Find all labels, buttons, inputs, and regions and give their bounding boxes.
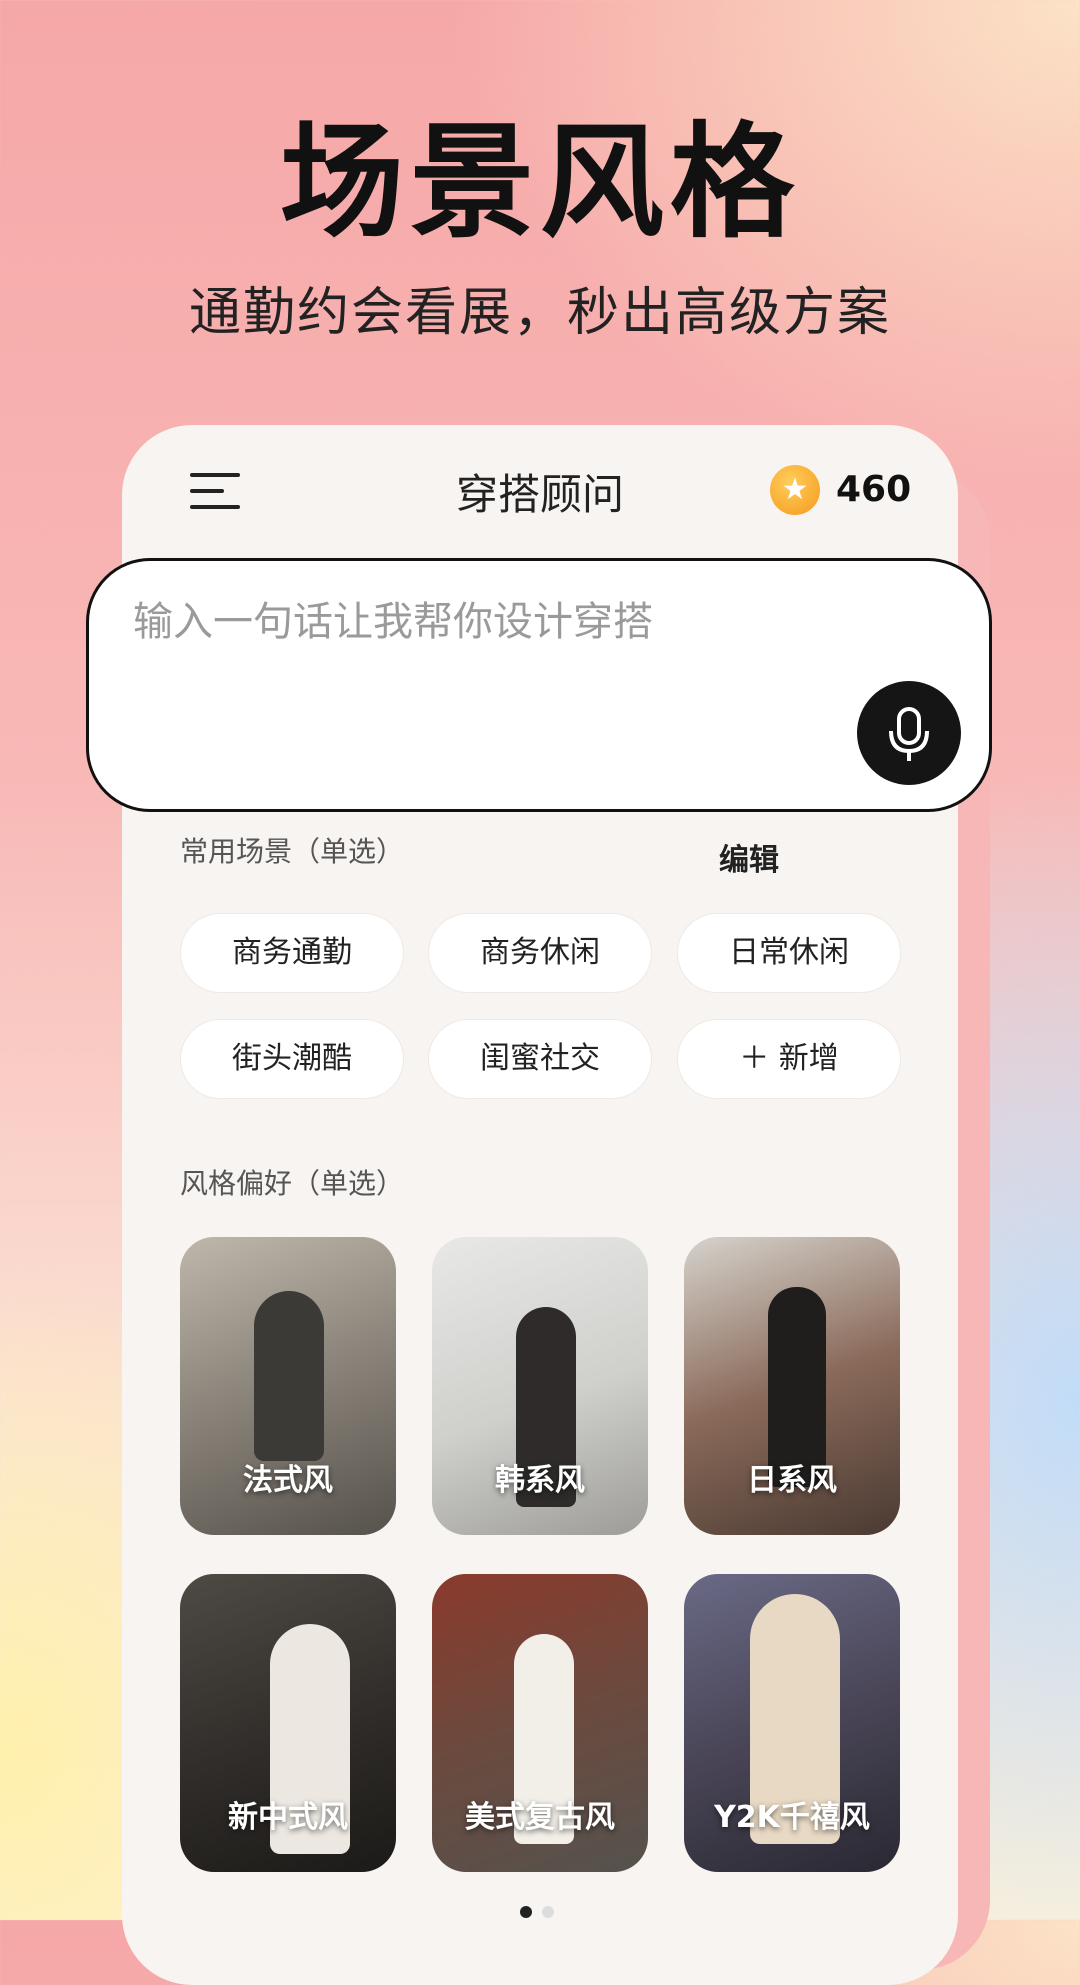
hero-subtitle: 通勤约会看展，秒出高级方案 bbox=[188, 283, 891, 343]
edit-button[interactable]: 编辑 bbox=[719, 835, 779, 879]
style-card-label: 美式复古风 bbox=[465, 1800, 615, 1835]
style-card-label: 新中式风 bbox=[228, 1800, 348, 1835]
pagination-dot bbox=[542, 1906, 554, 1918]
prompt-input[interactable] bbox=[133, 599, 893, 645]
coin-count[interactable]: 460 bbox=[836, 469, 911, 510]
style-card-y2k[interactable]: Y2K千禧风 bbox=[684, 1574, 900, 1872]
scene-chip[interactable]: 街头潮酷 bbox=[180, 1019, 404, 1099]
mic-button[interactable] bbox=[857, 681, 961, 785]
hero-title: 场景风格 bbox=[279, 111, 800, 255]
add-scene-button[interactable]: ＋ 新增 bbox=[677, 1019, 901, 1099]
style-card-french[interactable]: 法式风 bbox=[180, 1237, 396, 1535]
scenes-label: 常用场景（单选） bbox=[180, 835, 405, 868]
style-card-label: 韩系风 bbox=[495, 1463, 585, 1498]
style-card-new-chinese[interactable]: 新中式风 bbox=[180, 1574, 396, 1872]
app-title: 穿搭顾问 bbox=[455, 470, 624, 519]
microphone-icon bbox=[889, 707, 929, 761]
style-card-label: 法式风 bbox=[243, 1463, 333, 1498]
style-card-label: Y2K千禧风 bbox=[714, 1800, 870, 1835]
photo-figure bbox=[254, 1291, 324, 1461]
style-card-label: 日系风 bbox=[747, 1463, 837, 1498]
prompt-box[interactable] bbox=[86, 558, 992, 812]
star-coin-icon[interactable]: ★ bbox=[770, 465, 820, 515]
styles-label: 风格偏好（单选） bbox=[180, 1167, 405, 1200]
style-card-japanese[interactable]: 日系风 bbox=[684, 1237, 900, 1535]
style-card-american-vintage[interactable]: 美式复古风 bbox=[432, 1574, 648, 1872]
style-card-korean[interactable]: 韩系风 bbox=[432, 1237, 648, 1535]
scene-chip[interactable]: 日常休闲 bbox=[677, 913, 901, 993]
scene-chip[interactable]: 闺蜜社交 bbox=[428, 1019, 652, 1099]
scene-chip[interactable]: 商务休闲 bbox=[428, 913, 652, 993]
pagination-dot-active bbox=[520, 1906, 532, 1918]
scene-chip[interactable]: 商务通勤 bbox=[180, 913, 404, 993]
